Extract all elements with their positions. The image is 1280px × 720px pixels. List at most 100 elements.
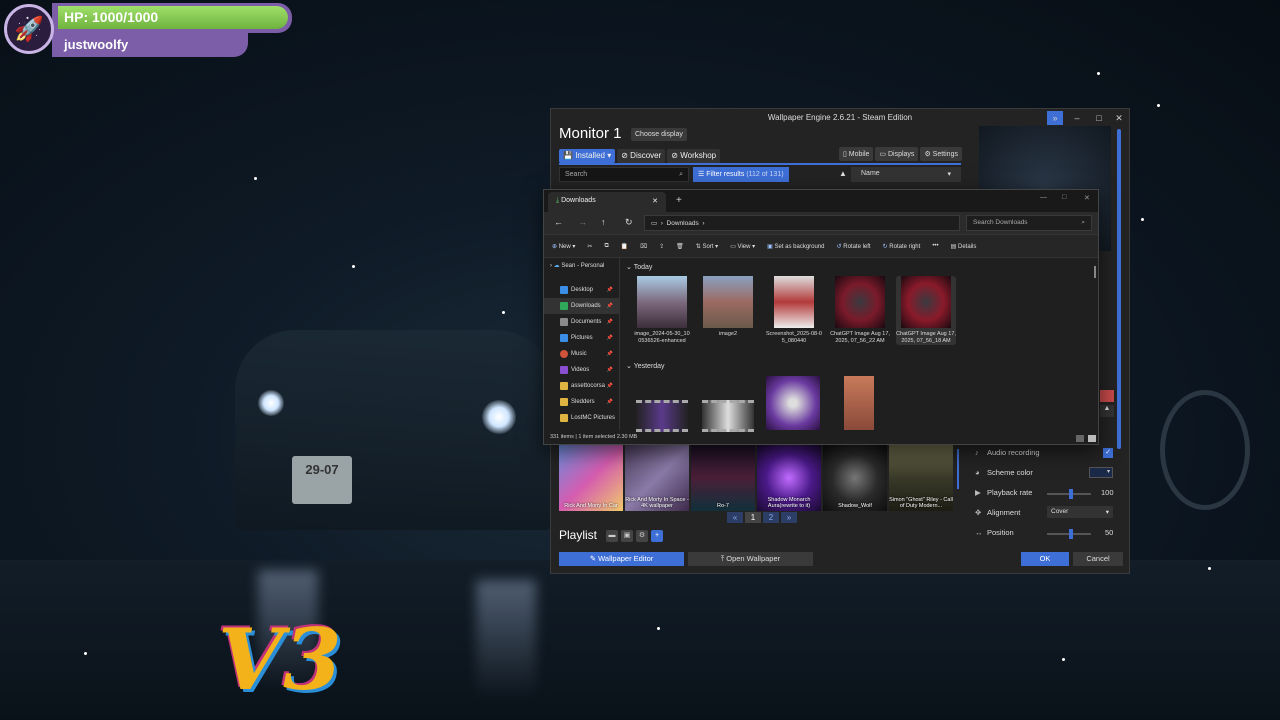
file-item[interactable]: image_2024-05-30_10 0536526-enhanced bbox=[632, 276, 692, 345]
sort-button[interactable]: ⇅ Sort ▾ bbox=[696, 243, 718, 250]
video-file-thumbnail[interactable] bbox=[702, 400, 754, 432]
scheme-color-picker[interactable]: ▾ bbox=[1089, 467, 1113, 478]
copy-icon[interactable]: ⧉ bbox=[604, 243, 608, 250]
close-icon[interactable]: ✕ bbox=[1084, 194, 1090, 202]
red-flag-icon[interactable] bbox=[1100, 390, 1114, 402]
pin-icon[interactable]: 📌 bbox=[607, 298, 613, 314]
page-button[interactable]: 2 bbox=[763, 512, 779, 523]
file-item[interactable]: ChatGPT Image Aug 17, 2025, 07_56_22 AM bbox=[830, 276, 890, 345]
more-icon[interactable]: ••• bbox=[932, 243, 938, 249]
details-view-icon[interactable] bbox=[1076, 435, 1084, 442]
sidebar-item-onedrive[interactable]: › ☁ Sean - Personal bbox=[544, 258, 619, 274]
pin-icon[interactable]: 📌 bbox=[607, 346, 613, 362]
open-wallpaper-button[interactable]: ⤒ Open Wallpaper bbox=[688, 552, 813, 566]
rotate-right-button[interactable]: ↻ Rotate right bbox=[883, 243, 921, 250]
grid-scrollbar[interactable] bbox=[957, 449, 959, 489]
next-page-icon[interactable]: » bbox=[781, 512, 797, 523]
video-file-thumbnail[interactable] bbox=[636, 400, 688, 432]
wallpaper-thumb[interactable]: Shadow_Wolf bbox=[823, 445, 887, 511]
wallpaper-thumb[interactable]: Shadow Monarch Aura(rewrite to it) bbox=[757, 445, 821, 511]
up-icon[interactable]: ↑ bbox=[601, 217, 606, 227]
filter-results-button[interactable]: ☰ Filter results (112 of 131) bbox=[693, 167, 789, 182]
sort-direction-icon[interactable]: ▲ bbox=[839, 169, 847, 178]
sidebar-item-videos[interactable]: Videos 📌 bbox=[544, 362, 619, 378]
position-slider[interactable] bbox=[1047, 529, 1091, 539]
page-button[interactable]: 1 bbox=[745, 512, 761, 523]
wallpaper-editor-button[interactable]: ✎ Wallpaper Editor bbox=[559, 552, 684, 566]
wallpaper-thumb[interactable]: Simon "Ghost" Riley - Call of Duty Moder… bbox=[889, 445, 953, 511]
cut-icon[interactable]: ✂ bbox=[587, 243, 592, 250]
pin-icon[interactable]: 📌 bbox=[607, 330, 613, 346]
folder-icon[interactable]: ▬ bbox=[606, 530, 618, 542]
paste-icon[interactable]: 📋 bbox=[621, 243, 628, 250]
warning-icon[interactable]: ▲ bbox=[1100, 405, 1114, 417]
rotate-left-button[interactable]: ↺ Rotate left bbox=[837, 243, 871, 250]
sidebar-item-sledders[interactable]: Sledders 📌 bbox=[544, 394, 619, 410]
alignment-select[interactable]: Cover ▾ bbox=[1047, 506, 1113, 518]
prev-page-icon[interactable]: « bbox=[727, 512, 743, 523]
details-button[interactable]: ▤ Details bbox=[951, 243, 977, 250]
file-item[interactable]: Screenshot_2025-08-0 5_080440 bbox=[764, 276, 824, 345]
audio-recording-checkbox[interactable]: ✓ bbox=[1103, 448, 1113, 458]
delete-icon[interactable]: 🗑 bbox=[676, 243, 684, 250]
share-icon[interactable]: ⇪ bbox=[659, 243, 664, 250]
wallpaper-thumb[interactable]: Rick And Morty In Space - 4K wallpaper bbox=[625, 445, 689, 511]
address-bar[interactable]: ▭ › Downloads › bbox=[644, 215, 960, 231]
image-file-thumbnail[interactable] bbox=[766, 376, 820, 430]
scrollbar[interactable] bbox=[1094, 266, 1096, 278]
forward-icon[interactable]: → bbox=[578, 217, 587, 227]
view-button[interactable]: ▭ View ▾ bbox=[730, 243, 755, 250]
playback-rate-slider[interactable] bbox=[1047, 489, 1091, 499]
search-input[interactable]: Search ⌕ bbox=[559, 167, 689, 182]
slider-knob[interactable] bbox=[1069, 529, 1073, 539]
settings-button[interactable]: ⚙ Settings bbox=[920, 147, 962, 161]
new-button[interactable]: ⊕ New ▾ bbox=[552, 243, 575, 250]
maximize-icon[interactable]: □ bbox=[1091, 111, 1107, 125]
pin-icon[interactable]: 📌 bbox=[607, 362, 613, 378]
sidebar-item-assettocorsa[interactable]: assettocorsa 📌 bbox=[544, 378, 619, 394]
new-tab-icon[interactable]: + bbox=[676, 195, 682, 206]
mobile-button[interactable]: ▯ Mobile bbox=[839, 147, 874, 161]
image-file-thumbnail[interactable] bbox=[844, 376, 874, 430]
wallpaper-thumb[interactable]: Rick And Morty In Car bbox=[559, 445, 623, 511]
displays-button[interactable]: ▭ Displays bbox=[875, 147, 919, 161]
expand-icon[interactable]: » bbox=[1047, 111, 1063, 125]
close-icon[interactable]: ✕ bbox=[1111, 111, 1127, 125]
sidebar-item-lostmc[interactable]: LostMC Pictures bbox=[544, 410, 619, 426]
sidebar-item-pictures[interactable]: Pictures 📌 bbox=[544, 330, 619, 346]
maximize-icon[interactable]: □ bbox=[1062, 194, 1066, 201]
sort-select[interactable]: Name ▾ bbox=[851, 167, 961, 182]
minimize-icon[interactable]: – bbox=[1069, 111, 1085, 125]
wallpaper-thumb[interactable]: Ro-7 bbox=[691, 445, 755, 511]
back-icon[interactable]: ← bbox=[554, 217, 563, 227]
explorer-tab-downloads[interactable]: ⤓ Downloads ✕ bbox=[548, 192, 666, 212]
pin-icon[interactable]: 📌 bbox=[607, 282, 613, 298]
pin-icon[interactable]: 📌 bbox=[607, 314, 613, 330]
tab-discover[interactable]: ⊘ Discover bbox=[617, 149, 666, 163]
gear-icon[interactable]: ⚙ bbox=[636, 530, 648, 542]
ok-button[interactable]: OK bbox=[1021, 552, 1069, 566]
tiles-view-icon[interactable] bbox=[1088, 435, 1096, 442]
cancel-button[interactable]: Cancel bbox=[1073, 552, 1123, 566]
choose-display-button[interactable]: Choose display bbox=[631, 128, 687, 141]
tab-workshop[interactable]: ⊘ Workshop bbox=[667, 149, 721, 163]
group-header-yesterday[interactable]: ⌄ Yesterday bbox=[626, 362, 665, 370]
sidebar-item-desktop[interactable]: Desktop 📌 bbox=[544, 282, 619, 298]
pin-icon[interactable]: 📌 bbox=[607, 378, 613, 394]
sidebar-item-documents[interactable]: Documents 📌 bbox=[544, 314, 619, 330]
tab-installed[interactable]: 💾 Installed ▾ bbox=[559, 149, 616, 163]
scrollbar[interactable] bbox=[1117, 129, 1121, 449]
rename-icon[interactable]: ⌧ bbox=[640, 243, 647, 250]
file-item[interactable]: image2 bbox=[698, 276, 758, 345]
pin-icon[interactable]: 📌 bbox=[607, 394, 613, 410]
explorer-search-input[interactable]: Search Downloads ⌕ bbox=[966, 215, 1092, 231]
add-icon[interactable]: + bbox=[651, 530, 663, 542]
sidebar-item-music[interactable]: Music 📌 bbox=[544, 346, 619, 362]
slider-knob[interactable] bbox=[1069, 489, 1073, 499]
set-background-button[interactable]: ▣ Set as background bbox=[767, 243, 824, 250]
group-header-today[interactable]: ⌄ Today bbox=[626, 263, 652, 271]
save-icon[interactable]: ▣ bbox=[621, 530, 633, 542]
sidebar-item-downloads[interactable]: Downloads 📌 bbox=[544, 298, 619, 314]
file-item-selected[interactable]: ChatGPT Image Aug 17, 2025, 07_56_18 AM bbox=[896, 276, 956, 345]
refresh-icon[interactable]: ↻ bbox=[625, 217, 633, 228]
